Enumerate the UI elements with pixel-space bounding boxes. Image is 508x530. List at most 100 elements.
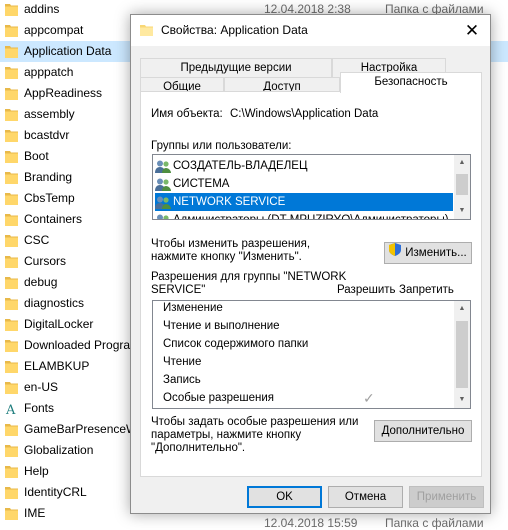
- file-name: AppReadiness: [24, 86, 103, 100]
- folder-icon: [5, 255, 18, 268]
- close-button[interactable]: ✕: [454, 15, 490, 46]
- folder-icon: [5, 24, 18, 37]
- user-group-icon: [155, 178, 171, 191]
- file-name: CbsTemp: [24, 191, 75, 205]
- file-name: apppatch: [24, 65, 74, 79]
- file-name: IdentityCRL: [24, 485, 87, 499]
- file-name: appcompat: [24, 23, 84, 37]
- file-name: assembly: [24, 107, 75, 121]
- file-name: Downloaded Progra: [24, 338, 131, 352]
- svg-text:A: A: [5, 403, 16, 415]
- file-name: IME: [24, 506, 46, 520]
- change-button[interactable]: Изменить...: [384, 242, 472, 264]
- file-name: Help: [24, 464, 49, 478]
- allow-column-header: Разрешить: [337, 284, 396, 296]
- permission-row: Чтение: [163, 356, 453, 374]
- permission-row: Чтение и выполнение: [163, 320, 453, 338]
- tab-previous-versions[interactable]: Предыдущие версии: [140, 58, 332, 78]
- folder-icon: [5, 276, 18, 289]
- folder-icon: [5, 381, 18, 394]
- fonts-folder-icon: A: [5, 402, 18, 415]
- deny-column-header: Запретить: [399, 284, 454, 296]
- advanced-button[interactable]: Дополнительно: [374, 420, 472, 442]
- change-permissions-hint: Чтобы изменить разрешения, нажмите кнопк…: [151, 238, 311, 263]
- file-name: Containers: [24, 212, 83, 226]
- file-name: diagnostics: [24, 296, 85, 310]
- folder-icon: [5, 66, 18, 79]
- permission-name: Чтение и выполнение: [163, 320, 280, 332]
- shield-icon: [389, 243, 402, 263]
- folder-icon: [5, 423, 18, 436]
- close-icon: ✕: [464, 20, 480, 40]
- tab-security[interactable]: Безопасность: [340, 72, 482, 93]
- file-name: debug: [24, 275, 58, 289]
- folder-icon: [5, 87, 18, 100]
- permission-row: Изменение: [163, 302, 453, 320]
- group-name: Администраторы (DT-MPUZIRYQ\Администрато…: [173, 214, 449, 220]
- folder-icon: [5, 507, 18, 520]
- folder-icon: [5, 3, 18, 16]
- dialog-title: Свойства: Application Data: [161, 23, 308, 37]
- group-list-item[interactable]: СОЗДАТЕЛЬ-ВЛАДЕЛЕЦ: [155, 157, 453, 175]
- file-name: Application Data: [24, 44, 112, 58]
- folder-icon: [5, 297, 18, 310]
- folder-icon: [5, 360, 18, 373]
- scroll-up-arrow-icon[interactable]: ▲: [454, 301, 470, 317]
- groups-scrollbar[interactable]: ▲ ▼: [454, 155, 470, 219]
- folder-icon: [5, 234, 18, 247]
- group-list-item[interactable]: СИСТЕМА: [155, 175, 453, 193]
- folder-icon: [140, 24, 153, 36]
- scroll-up-arrow-icon[interactable]: ▲: [454, 155, 470, 171]
- permission-name: Изменение: [163, 302, 223, 314]
- group-name: СИСТЕМА: [173, 178, 230, 190]
- group-list-item[interactable]: NETWORK SERVICE: [155, 193, 453, 211]
- group-name: NETWORK SERVICE: [173, 196, 286, 208]
- scroll-thumb[interactable]: [456, 174, 468, 195]
- permission-row: Особые разрешения ✓: [163, 390, 453, 408]
- file-name: ELAMBKUP: [24, 359, 90, 373]
- scroll-down-arrow-icon[interactable]: ▼: [454, 203, 470, 219]
- scroll-down-arrow-icon[interactable]: ▼: [454, 392, 470, 408]
- file-name: CSC: [24, 233, 50, 247]
- permissions-for-label: Разрешения для группы "NETWORK SERVICE": [151, 271, 347, 296]
- user-group-icon: [155, 196, 171, 209]
- properties-dialog: Свойства: Application Data ✕ Предыдущие …: [130, 14, 491, 514]
- folder-icon: [5, 465, 18, 478]
- folder-icon: [5, 486, 18, 499]
- folder-icon: [5, 150, 18, 163]
- file-name: Globalization: [24, 443, 94, 457]
- folder-shortcut-icon: [5, 45, 18, 58]
- cancel-button[interactable]: Отмена: [328, 486, 403, 508]
- folder-icon: [5, 318, 18, 331]
- file-name: Fonts: [24, 401, 55, 415]
- file-date: 12.04.2018 15:59: [264, 516, 358, 530]
- security-tab-panel: Имя объекта: C:\Windows\Application Data…: [140, 91, 482, 477]
- change-button-label: Изменить...: [405, 247, 467, 259]
- permission-row: Список содержимого папки: [163, 338, 453, 356]
- file-name: Boot: [24, 149, 49, 163]
- folder-icon: [5, 339, 18, 352]
- ok-button[interactable]: OK: [247, 486, 322, 508]
- object-name-value: C:\Windows\Application Data: [230, 108, 379, 120]
- apply-button[interactable]: Применить: [409, 486, 484, 508]
- permission-row: Запись: [163, 374, 453, 392]
- file-name: bcastdvr: [24, 128, 70, 142]
- file-name: Cursors: [24, 254, 67, 268]
- file-name: Branding: [24, 170, 73, 184]
- group-list-item[interactable]: Администраторы (DT-MPUZIRYQ\Администрато…: [155, 211, 453, 220]
- user-group-icon: [155, 214, 171, 219]
- permissions-listbox[interactable]: Особые разрешения ✓ Запись Чтение Список сод…: [152, 300, 471, 409]
- folder-icon: [5, 171, 18, 184]
- scroll-thumb[interactable]: [456, 321, 468, 388]
- permissions-scrollbar[interactable]: ▲ ▼: [454, 301, 470, 408]
- advanced-hint: Чтобы задать особые разрешения или парам…: [151, 416, 359, 454]
- groups-listbox[interactable]: Администраторы (DT-MPUZIRYQ\Администрато…: [152, 154, 471, 220]
- file-name: GameBarPresenceW: [24, 422, 138, 436]
- dialog-titlebar[interactable]: Свойства: Application Data ✕: [131, 15, 490, 46]
- group-name: СОЗДАТЕЛЬ-ВЛАДЕЛЕЦ: [173, 160, 308, 172]
- file-type: Папка с файлами: [385, 516, 484, 530]
- folder-icon: [5, 444, 18, 457]
- folder-icon: [5, 213, 18, 226]
- permission-name: Список содержимого папки: [163, 338, 309, 350]
- folder-icon: [5, 108, 18, 121]
